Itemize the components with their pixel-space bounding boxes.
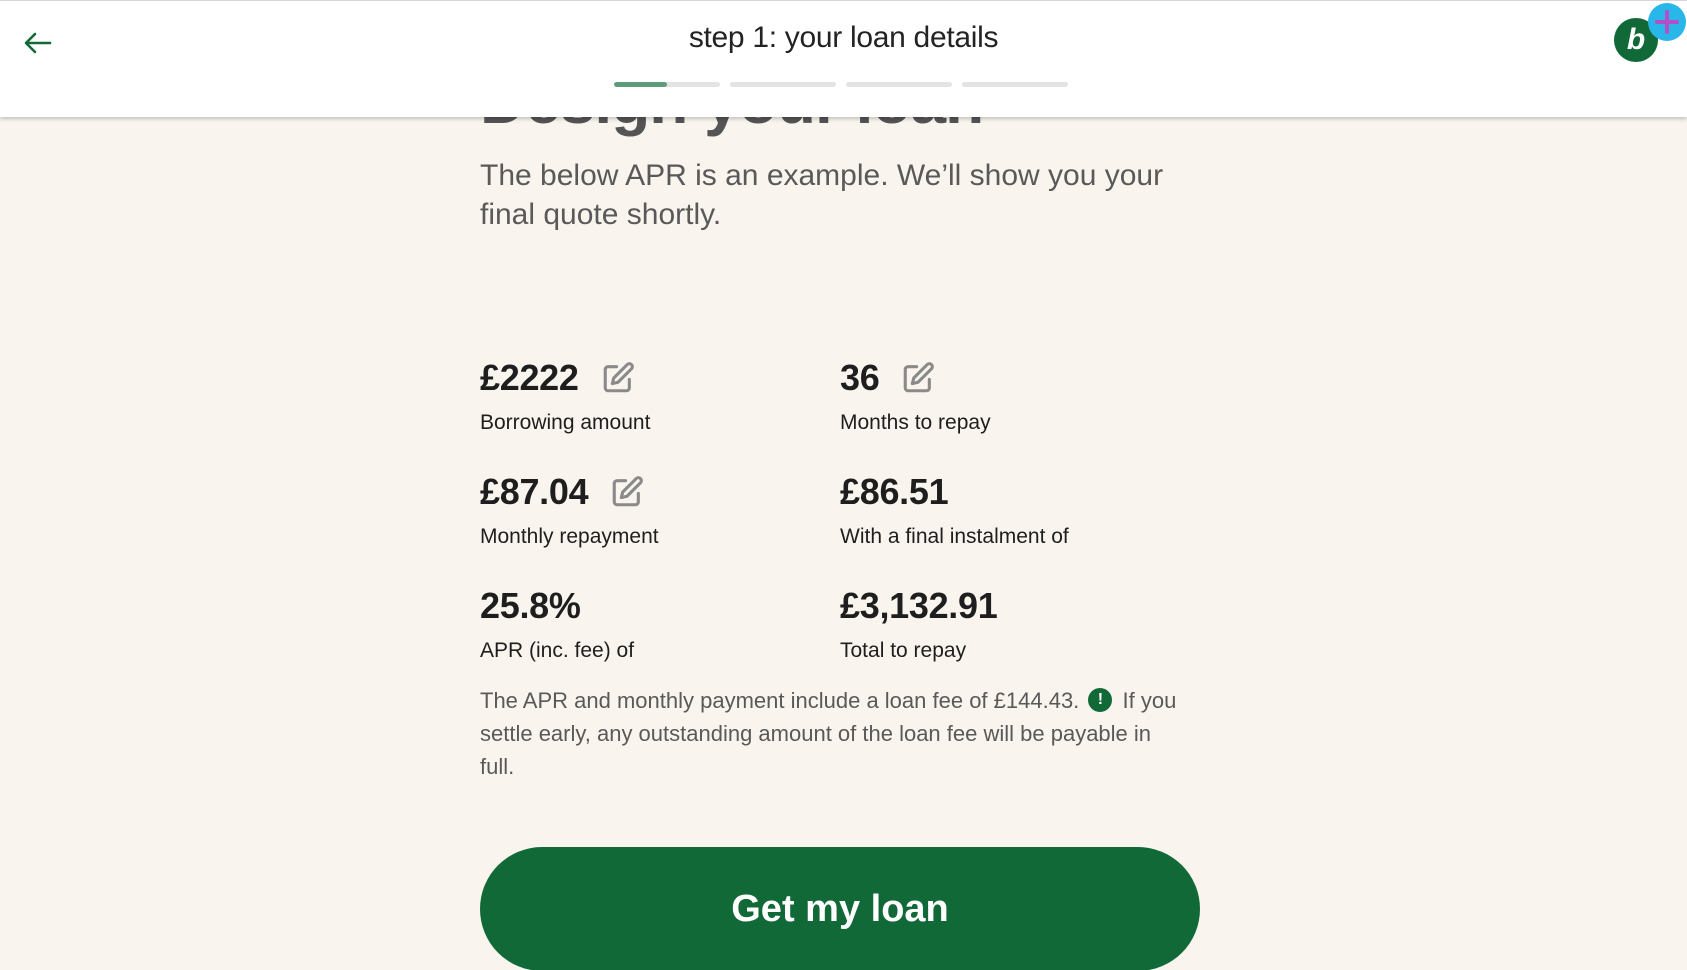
progress-step-2 (730, 82, 836, 87)
top-header: step 1: your loan details b (0, 0, 1687, 117)
plus-icon[interactable] (1648, 3, 1686, 41)
apr-value: 25.8% (480, 585, 581, 626)
progress-step-4 (962, 82, 1068, 87)
total-to-repay-label: Total to repay (840, 639, 967, 662)
months-to-repay-label: Months to repay (840, 411, 991, 434)
borrowing-amount-label: Borrowing amount (480, 411, 651, 434)
edit-borrowing-amount-icon[interactable] (601, 361, 635, 395)
months-to-repay-stat: 36 Months to repay (840, 357, 991, 435)
final-instalment-label: With a final instalment of (840, 525, 1069, 548)
borrowing-amount-value: £2222 (480, 357, 579, 398)
get-my-loan-button[interactable]: Get my loan (480, 847, 1200, 970)
apr-label: APR (inc. fee) of (480, 639, 635, 662)
apr-stat: 25.8% APR (inc. fee) of (480, 585, 634, 663)
months-to-repay-value: 36 (840, 357, 880, 398)
final-instalment-value: £86.51 (840, 471, 949, 512)
borrowing-amount-stat: £2222 Borrowing amount (480, 357, 650, 435)
progress-step-1-fill (614, 82, 667, 87)
loan-fee-note: The APR and monthly payment include a lo… (480, 684, 1180, 783)
monthly-repayment-label: Monthly repayment (480, 525, 659, 548)
total-to-repay-stat: £3,132.91 Total to repay (840, 585, 998, 663)
page-title: step 1: your loan details (688, 21, 999, 54)
fee-note-text: The APR and monthly payment include a lo… (480, 688, 1080, 713)
progress-step-3 (846, 82, 952, 87)
final-instalment-stat: £86.51 With a final instalment of (840, 471, 1069, 549)
edit-monthly-repayment-icon[interactable] (610, 475, 644, 509)
loan-details-page: Design your loan The below APR is an exa… (0, 0, 1687, 970)
monthly-repayment-stat: £87.04 Monthly repayment (480, 471, 659, 549)
progress-step-1 (614, 82, 720, 87)
monthly-repayment-value: £87.04 (480, 471, 589, 512)
step-progress-bar (614, 82, 1068, 87)
loan-design-content: Design your loan The below APR is an exa… (480, 0, 1200, 970)
edit-months-to-repay-icon[interactable] (901, 361, 935, 395)
intro-text: The below APR is an example. We’ll show … (480, 159, 1164, 231)
fee-info-icon[interactable]: ! (1088, 688, 1113, 712)
total-to-repay-value: £3,132.91 (840, 585, 998, 626)
